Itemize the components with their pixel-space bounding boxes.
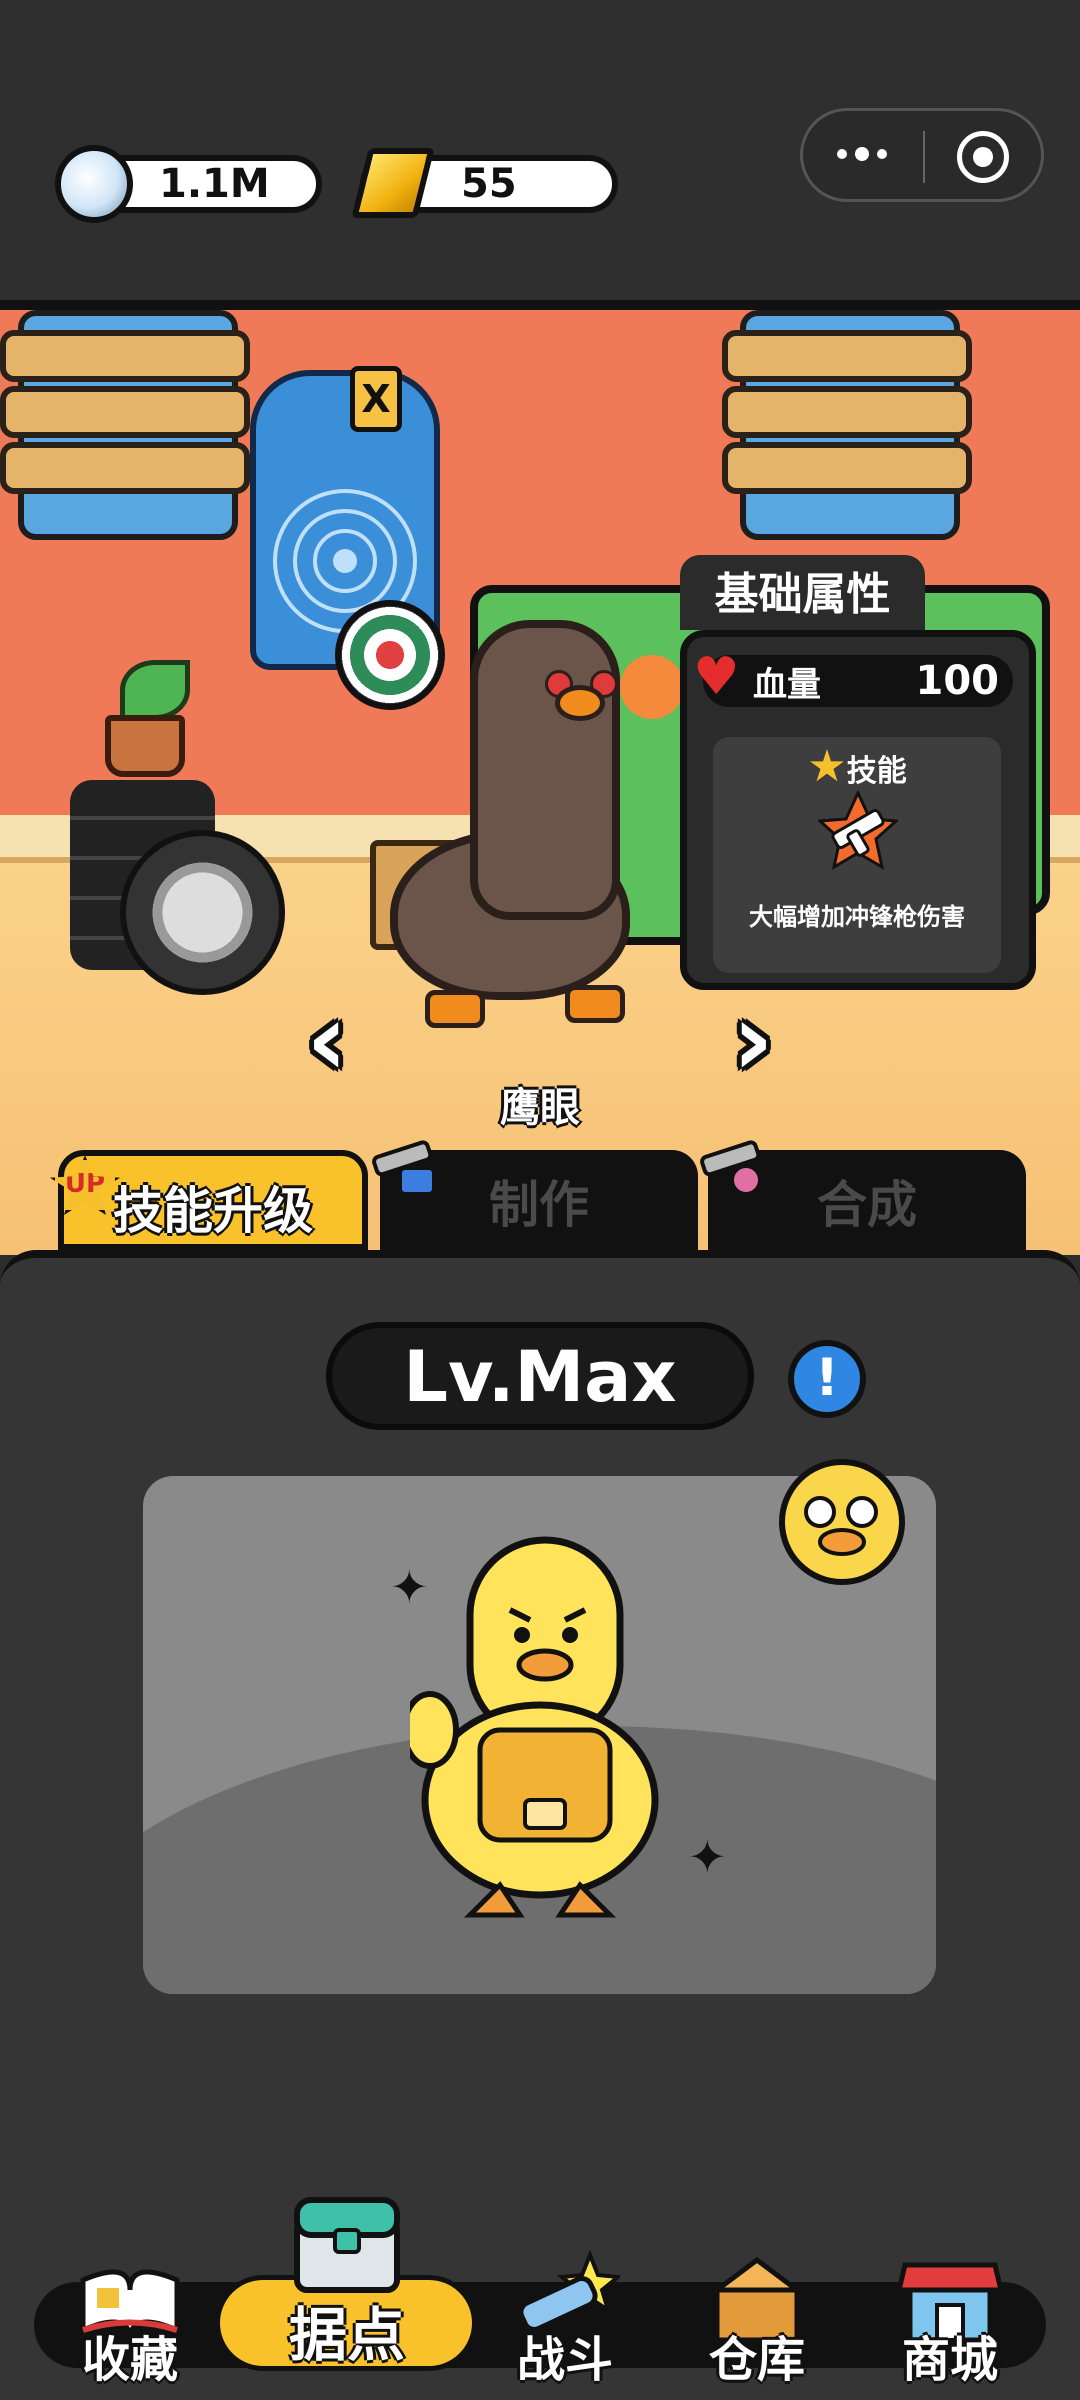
sparkle-icon: ✦ [390, 1560, 429, 1614]
sparkle-icon: ✦ [688, 1830, 727, 1884]
nav-battle[interactable]: 战斗 [480, 2250, 650, 2390]
stats-title: 基础属性 [680, 555, 925, 630]
planks-left [0, 330, 250, 545]
planks-right [722, 330, 972, 545]
chick-character [410, 1536, 659, 1918]
star-icon: ★ [807, 741, 847, 792]
nav-warehouse[interactable]: 仓库 [672, 2250, 842, 2390]
target-tag: X [350, 366, 402, 432]
nav-warehouse-label: 仓库 [708, 2332, 805, 2388]
character-name: 鹰眼 [500, 1085, 580, 1131]
skill-description: 大幅增加冲锋枪伤害 [749, 903, 965, 931]
goose-foot-left [425, 990, 485, 1028]
tab-craft-label: 制作 [489, 1176, 589, 1234]
craft-gun-icon [372, 1140, 436, 1196]
plant-pot [105, 715, 185, 777]
hp-row: ♥ 血量 100 [693, 651, 1013, 707]
tab-merge-label: 合成 [817, 1176, 917, 1234]
merge-gun-icon [700, 1140, 762, 1196]
submachine-gun-icon [818, 791, 898, 871]
skill-header: ★技能 [713, 741, 1001, 792]
plant-leaves [120, 660, 190, 720]
silver-coin-icon [55, 145, 133, 223]
level-display: Lv.Max [326, 1322, 754, 1430]
dartboard [335, 600, 445, 710]
chick-face-icon [779, 1459, 905, 1585]
gold-amount: 55 [461, 161, 517, 207]
miniprogram-capsule [800, 108, 1044, 202]
stats-panel: ♥ 血量 100 ★技能 大幅增加冲锋枪伤害 [680, 630, 1036, 990]
goose-foot-right [565, 985, 625, 1023]
hp-label: 血量 [753, 664, 821, 705]
chest-icon [294, 2197, 400, 2293]
hp-value: 100 [915, 658, 1000, 704]
nav-shop-label: 商城 [901, 2332, 998, 2388]
close-miniprogram-icon[interactable] [957, 131, 1009, 183]
capsule-divider [923, 131, 925, 183]
nav-hideout[interactable]: 据点 [262, 2190, 432, 2390]
nav-hideout-label: 据点 [288, 2301, 405, 2369]
orange-ball [620, 655, 684, 719]
info-button[interactable]: ! [788, 1340, 866, 1418]
nav-battle-label: 战斗 [516, 2332, 613, 2388]
goose-character[interactable] [470, 620, 620, 920]
nav-shop[interactable]: 商城 [865, 2250, 1035, 2390]
more-icon[interactable] [837, 147, 887, 161]
nav-collection[interactable]: 收藏 [45, 2250, 215, 2390]
silver-amount: 1.1M [159, 161, 270, 207]
tab-skill-upgrade[interactable]: 技能升级 [58, 1150, 368, 1250]
nav-collection-label: 收藏 [81, 2332, 178, 2388]
heart-icon: ♥ [693, 647, 740, 707]
tab-skill-upgrade-label: 技能升级 [113, 1182, 313, 1240]
tire-wheel [120, 830, 285, 995]
skill-label: 技能 [846, 754, 907, 789]
goose-beak [555, 685, 605, 721]
skill-box: ★技能 大幅增加冲锋枪伤害 [713, 737, 1001, 973]
